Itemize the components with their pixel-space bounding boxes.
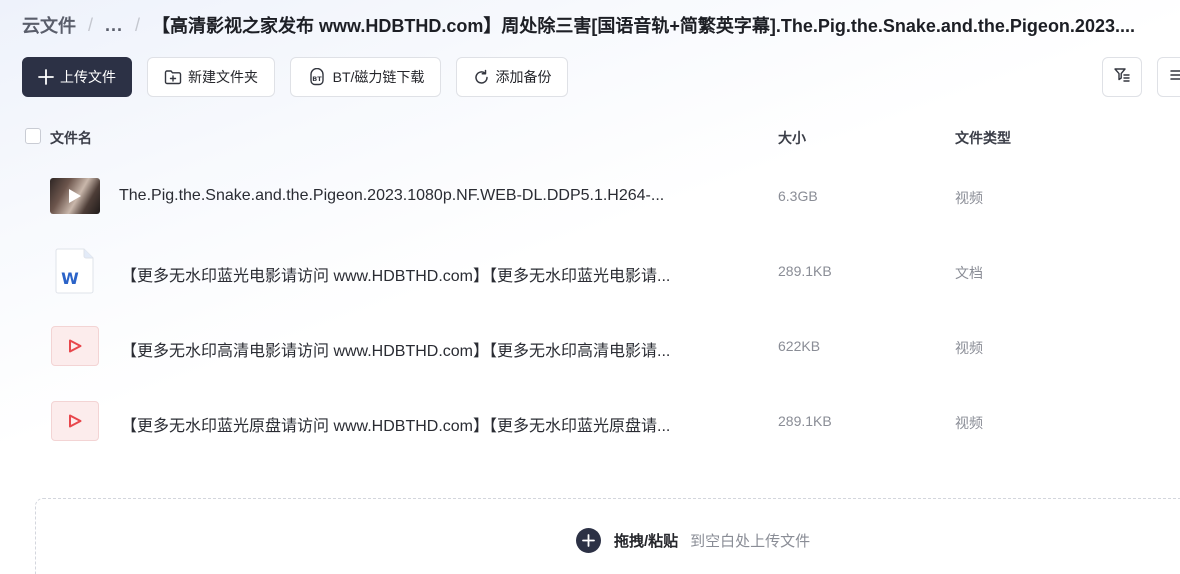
breadcrumb-ellipsis[interactable]: ...	[105, 15, 123, 36]
video-thumbnail-icon	[50, 174, 100, 218]
video-file-icon	[50, 399, 100, 443]
column-header-type[interactable]: 文件类型	[955, 128, 1011, 148]
file-name[interactable]: 【更多无水印蓝光电影请访问 www.HDBTHD.com】【更多无水印蓝光电影请…	[121, 262, 701, 286]
file-size: 289.1KB	[778, 263, 832, 279]
new-folder-button-label: 新建文件夹	[188, 69, 258, 85]
file-type: 视频	[955, 415, 983, 431]
file-type: 视频	[955, 190, 983, 206]
breadcrumb: 云文件 / ... / 【高清影视之家发布 www.HDBTHD.com】周处除…	[22, 12, 1160, 38]
file-size: 622KB	[778, 338, 821, 354]
video-file-icon	[50, 324, 100, 368]
drop-zone-prompt: 拖拽/粘贴 到空白处上传文件	[576, 527, 810, 553]
word-document-icon: W	[50, 248, 100, 294]
add-backup-button-label: 添加备份	[495, 69, 552, 85]
drop-zone-main-label: 拖拽/粘贴	[614, 532, 679, 550]
file-row[interactable]: The.Pig.the.Snake.and.the.Pigeon.2023.10…	[0, 159, 1180, 234]
bt-magnet-download-button[interactable]: BT BT/磁力链下载	[290, 57, 441, 97]
bt-icon: BT	[307, 68, 327, 86]
plus-icon	[38, 69, 54, 85]
bt-magnet-download-button-label: BT/磁力链下载	[332, 69, 425, 85]
file-table-header: 文件名 大小 文件类型	[0, 124, 1180, 152]
add-backup-button[interactable]: 添加备份	[456, 57, 568, 97]
file-size: 6.3GB	[778, 188, 818, 204]
breadcrumb-separator: /	[135, 14, 141, 35]
sync-icon	[473, 69, 490, 86]
breadcrumb-separator: /	[88, 14, 94, 35]
file-type: 文档	[955, 265, 983, 281]
file-type: 视频	[955, 340, 983, 356]
breadcrumb-root[interactable]: 云文件	[22, 12, 76, 38]
file-row[interactable]: 【更多无水印蓝光原盘请访问 www.HDBTHD.com】【更多无水印蓝光原盘请…	[0, 384, 1180, 459]
svg-text:BT: BT	[312, 75, 322, 83]
view-mode-button[interactable]	[1157, 57, 1180, 97]
toolbar: 上传文件 新建文件夹 BT BT/磁力链下载 添加备份	[22, 57, 1180, 97]
file-row[interactable]: 【更多无水印高清电影请访问 www.HDBTHD.com】【更多无水印高清电影请…	[0, 309, 1180, 384]
filter-icon	[1113, 66, 1131, 89]
new-folder-button[interactable]: 新建文件夹	[147, 57, 275, 97]
filter-sort-button[interactable]	[1102, 57, 1142, 97]
select-all-checkbox[interactable]	[25, 128, 41, 144]
file-name[interactable]: 【更多无水印高清电影请访问 www.HDBTHD.com】【更多无水印高清电影请…	[121, 337, 701, 361]
drop-zone-hint: 到空白处上传文件	[690, 532, 811, 550]
folder-plus-icon	[164, 69, 182, 85]
column-header-size[interactable]: 大小	[778, 128, 806, 148]
svg-text:W: W	[61, 269, 79, 288]
file-size: 289.1KB	[778, 413, 832, 429]
file-name[interactable]: 【更多无水印蓝光原盘请访问 www.HDBTHD.com】【更多无水印蓝光原盘请…	[121, 412, 701, 436]
column-header-name[interactable]: 文件名	[50, 128, 92, 148]
file-name[interactable]: The.Pig.the.Snake.and.the.Pigeon.2023.10…	[119, 187, 699, 205]
breadcrumb-current: 【高清影视之家发布 www.HDBTHD.com】周处除三害[国语音轨+简繁英字…	[152, 16, 1135, 36]
plus-circle-icon	[576, 527, 601, 553]
list-view-icon	[1169, 67, 1180, 88]
upload-button[interactable]: 上传文件	[22, 57, 132, 97]
upload-button-label: 上传文件	[60, 69, 116, 85]
file-row[interactable]: W 【更多无水印蓝光电影请访问 www.HDBTHD.com】【更多无水印蓝光电…	[0, 234, 1180, 309]
